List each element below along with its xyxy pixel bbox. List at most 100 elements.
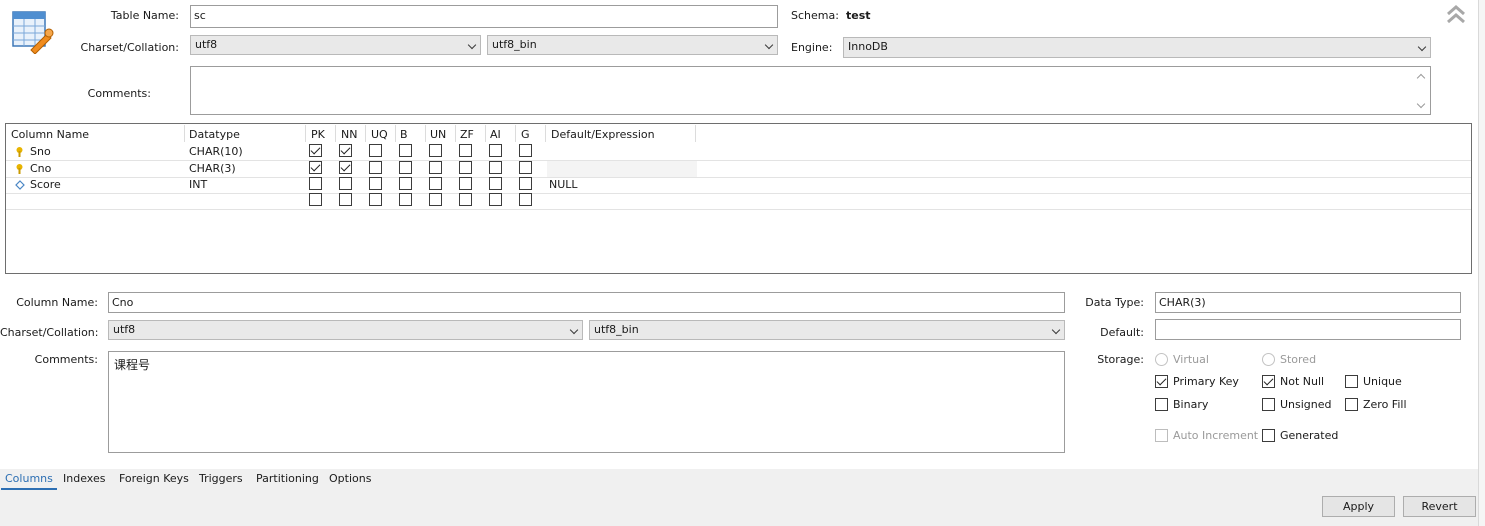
tab-partitioning[interactable]: Partitioning bbox=[256, 472, 319, 486]
ai-checkbox[interactable] bbox=[489, 193, 502, 206]
header-pk[interactable]: PK bbox=[311, 128, 325, 142]
nn-checkbox[interactable] bbox=[339, 144, 352, 157]
column-comments-label: Comments: bbox=[34, 353, 98, 366]
zf-checkbox[interactable] bbox=[459, 177, 472, 190]
column-charset-select[interactable]: utf8 bbox=[108, 320, 583, 340]
table-collation-select[interactable]: utf8_bin bbox=[487, 35, 778, 55]
tab-columns[interactable]: Columns bbox=[1, 472, 57, 490]
virtual-radio[interactable] bbox=[1155, 353, 1168, 366]
scroll-up-icon[interactable] bbox=[1416, 73, 1426, 83]
b-checkbox[interactable] bbox=[399, 144, 412, 157]
b-checkbox[interactable] bbox=[399, 193, 412, 206]
g-checkbox[interactable] bbox=[519, 161, 532, 174]
header-un[interactable]: UN bbox=[430, 128, 446, 142]
datatype-input[interactable]: CHAR(3) bbox=[1155, 292, 1461, 313]
header-divider bbox=[695, 125, 696, 142]
primary-key-label: Primary Key bbox=[1173, 375, 1239, 388]
table-row[interactable]: Cno CHAR(3) bbox=[6, 161, 1471, 177]
zf-checkbox[interactable] bbox=[459, 144, 472, 157]
engine-label: Engine: bbox=[791, 41, 833, 54]
stored-radio[interactable] bbox=[1262, 353, 1275, 366]
nn-checkbox[interactable] bbox=[339, 193, 352, 206]
revert-button[interactable]: Revert bbox=[1403, 496, 1476, 517]
binary-label: Binary bbox=[1173, 398, 1209, 411]
not-null-checkbox[interactable] bbox=[1262, 375, 1275, 388]
columns-grid[interactable]: Column Name Datatype PK NN UQ B UN ZF AI… bbox=[5, 123, 1472, 274]
schema-label: Schema: bbox=[791, 9, 839, 22]
table-row[interactable]: Score INT NULL bbox=[6, 177, 1471, 193]
tab-triggers[interactable]: Triggers bbox=[199, 472, 243, 486]
tab-indexes[interactable]: Indexes bbox=[63, 472, 105, 486]
header-g[interactable]: G bbox=[521, 128, 530, 142]
unsigned-checkbox[interactable] bbox=[1262, 398, 1275, 411]
header-ai[interactable]: AI bbox=[490, 128, 501, 142]
tab-options[interactable]: Options bbox=[329, 472, 371, 486]
tab-foreign-keys[interactable]: Foreign Keys bbox=[119, 472, 189, 486]
row-column-name: Score bbox=[30, 178, 61, 191]
column-name-input[interactable]: Cno bbox=[108, 292, 1065, 313]
generated-checkbox[interactable] bbox=[1262, 429, 1275, 442]
header-b[interactable]: B bbox=[400, 128, 408, 142]
pk-checkbox[interactable] bbox=[309, 144, 322, 157]
header-column-name[interactable]: Column Name bbox=[11, 128, 89, 142]
g-checkbox[interactable] bbox=[519, 144, 532, 157]
table-collation-value: utf8_bin bbox=[492, 38, 537, 51]
key-icon bbox=[16, 164, 23, 174]
uq-checkbox[interactable] bbox=[369, 161, 382, 174]
header-uq[interactable]: UQ bbox=[371, 128, 388, 142]
collapse-icon[interactable] bbox=[1446, 4, 1466, 26]
key-icon bbox=[16, 147, 23, 157]
uq-checkbox[interactable] bbox=[369, 144, 382, 157]
zero-fill-checkbox[interactable] bbox=[1345, 398, 1358, 411]
engine-select[interactable]: InnoDB bbox=[843, 37, 1431, 58]
header-default-expression[interactable]: Default/Expression bbox=[551, 128, 655, 142]
row-datatype: CHAR(3) bbox=[189, 162, 236, 175]
zf-checkbox[interactable] bbox=[459, 193, 472, 206]
un-checkbox[interactable] bbox=[429, 177, 442, 190]
un-checkbox[interactable] bbox=[429, 144, 442, 157]
ai-checkbox[interactable] bbox=[489, 161, 502, 174]
uq-checkbox[interactable] bbox=[369, 177, 382, 190]
scroll-down-icon[interactable] bbox=[1416, 99, 1426, 109]
table-charset-value: utf8 bbox=[195, 38, 218, 51]
default-input[interactable] bbox=[1155, 319, 1461, 340]
binary-checkbox[interactable] bbox=[1155, 398, 1168, 411]
header-zf[interactable]: ZF bbox=[460, 128, 474, 142]
header-nn[interactable]: NN bbox=[341, 128, 357, 142]
pk-checkbox[interactable] bbox=[309, 177, 322, 190]
engine-value: InnoDB bbox=[848, 40, 888, 53]
auto-increment-checkbox[interactable] bbox=[1155, 429, 1168, 442]
un-checkbox[interactable] bbox=[429, 193, 442, 206]
un-checkbox[interactable] bbox=[429, 161, 442, 174]
uq-checkbox[interactable] bbox=[369, 193, 382, 206]
table-charset-select[interactable]: utf8 bbox=[190, 35, 481, 55]
column-collation-select[interactable]: utf8_bin bbox=[589, 320, 1065, 340]
virtual-label: Virtual bbox=[1173, 353, 1209, 366]
vertical-scrollbar[interactable] bbox=[1479, 0, 1485, 526]
header-datatype[interactable]: Datatype bbox=[189, 128, 240, 142]
column-charset-value: utf8 bbox=[113, 323, 136, 336]
ai-checkbox[interactable] bbox=[489, 177, 502, 190]
chevron-down-icon bbox=[764, 40, 774, 50]
table-row[interactable] bbox=[6, 193, 1471, 209]
g-checkbox[interactable] bbox=[519, 177, 532, 190]
primary-key-checkbox[interactable] bbox=[1155, 375, 1168, 388]
ai-checkbox[interactable] bbox=[489, 144, 502, 157]
table-comments-textarea[interactable] bbox=[190, 66, 1431, 115]
b-checkbox[interactable] bbox=[399, 161, 412, 174]
unique-checkbox[interactable] bbox=[1345, 375, 1358, 388]
header-divider bbox=[335, 125, 336, 142]
nn-checkbox[interactable] bbox=[339, 161, 352, 174]
table-row[interactable]: Sno CHAR(10) bbox=[6, 144, 1471, 160]
nn-checkbox[interactable] bbox=[339, 177, 352, 190]
apply-button[interactable]: Apply bbox=[1322, 496, 1395, 517]
g-checkbox[interactable] bbox=[519, 193, 532, 206]
column-comments-textarea[interactable]: 课程号 bbox=[108, 351, 1065, 453]
zf-checkbox[interactable] bbox=[459, 161, 472, 174]
pk-checkbox[interactable] bbox=[309, 161, 322, 174]
table-name-input[interactable]: sc bbox=[190, 5, 778, 28]
chevron-down-icon bbox=[1051, 325, 1061, 335]
b-checkbox[interactable] bbox=[399, 177, 412, 190]
table-charset-label: Charset/Collation: bbox=[80, 41, 179, 54]
pk-checkbox[interactable] bbox=[309, 193, 322, 206]
